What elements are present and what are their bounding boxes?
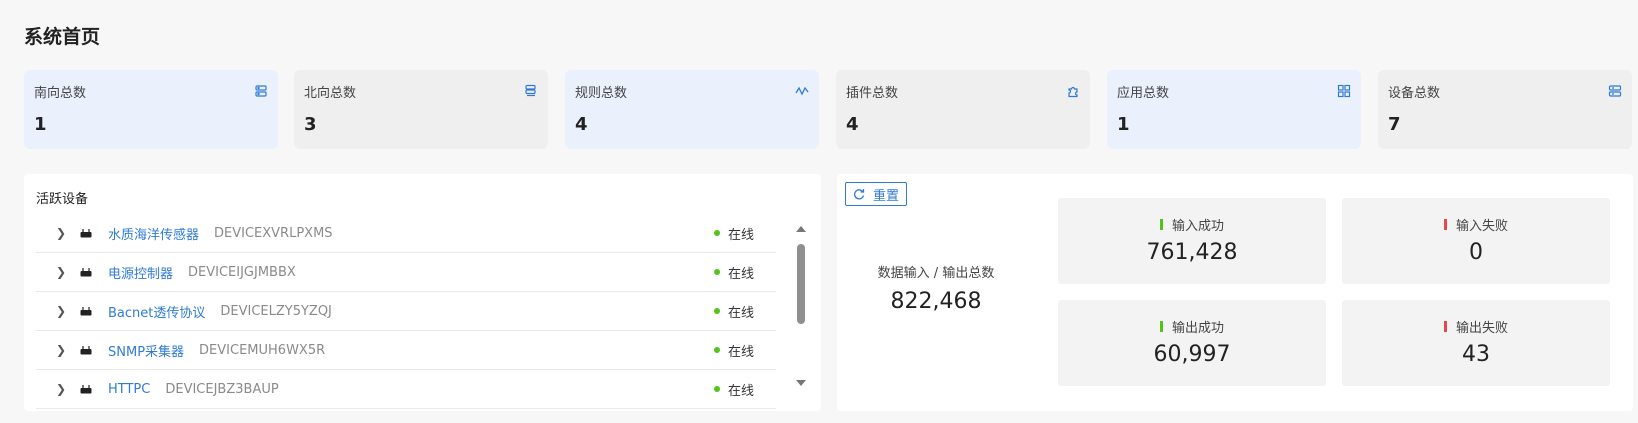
input-fail-card: 输入失败 0 [1342, 198, 1610, 284]
stat-card-devices: 设备总数 7 [1378, 70, 1632, 149]
chevron-right-icon[interactable]: ❯ [56, 226, 68, 240]
status-text: 在线 [727, 344, 754, 360]
device-name-link[interactable]: 水质海洋传感器 [108, 224, 199, 243]
online-dot [713, 269, 720, 275]
input-success-label: 输入成功 [1171, 219, 1224, 234]
device-list: ❯ 水质海洋传感器 DEVICEXVRLPXMS 在线 ❯ 电源控制器 DEVI… [36, 214, 776, 410]
rules-icon [795, 86, 809, 96]
input-success-card: 输入成功 761,428 [1058, 198, 1326, 284]
status-text: 在线 [727, 305, 754, 321]
stat-label: 应用总数 [1117, 86, 1170, 101]
reset-label: 重置 [873, 188, 900, 204]
output-success-value: 60,997 [1153, 342, 1231, 367]
device-icon [80, 229, 92, 238]
stat-label: 北向总数 [304, 86, 357, 101]
stat-label: 规则总数 [575, 86, 628, 101]
device-id: DEVICEXVRLPXMS [214, 225, 333, 241]
stat-value: 1 [34, 114, 47, 135]
status-text: 在线 [727, 266, 754, 282]
failure-indicator [1443, 321, 1447, 332]
status-badge: 在线 [713, 341, 754, 360]
active-devices-title: 活跃设备 [36, 192, 89, 207]
chevron-right-icon[interactable]: ❯ [56, 265, 68, 279]
scrollbar-thumb[interactable] [797, 244, 805, 324]
chevron-right-icon[interactable]: ❯ [56, 382, 68, 396]
stat-label: 插件总数 [846, 86, 899, 101]
stat-card-plugins: 插件总数 4 [836, 70, 1090, 149]
stat-label: 南向总数 [34, 86, 87, 101]
refresh-icon [854, 189, 865, 200]
success-indicator [1159, 219, 1163, 230]
devices-icon [1608, 85, 1622, 97]
output-success-label: 输出成功 [1171, 321, 1224, 336]
device-name-link[interactable]: 电源控制器 [108, 263, 173, 282]
output-fail-card: 输出失败 43 [1342, 300, 1610, 386]
stat-card-rules: 规则总数 4 [565, 70, 819, 149]
stat-value: 4 [575, 114, 588, 135]
status-badge: 在线 [713, 263, 754, 282]
device-id: DEVICELZY5YZQJ [220, 303, 332, 319]
device-row[interactable]: ❯ 电源控制器 DEVICEIJGJMBBX 在线 [36, 253, 776, 292]
online-dot [713, 308, 720, 314]
stat-value: 3 [304, 114, 317, 135]
apps-grid-icon [1337, 84, 1351, 98]
stat-label: 设备总数 [1388, 86, 1441, 101]
page-title: 系统首页 [24, 26, 101, 48]
total-io-label: 数据输入 / 输出总数 [877, 266, 995, 281]
device-id: DEVICEJBZ3BAUP [165, 381, 279, 397]
status-badge: 在线 [713, 224, 754, 243]
device-icon [80, 307, 92, 316]
online-dot [713, 230, 720, 236]
input-success-value: 761,428 [1146, 240, 1238, 265]
device-name-link[interactable]: SNMP采集器 [108, 341, 184, 360]
device-row[interactable]: ❯ SNMP采集器 DEVICEMUH6WX5R 在线 [36, 331, 776, 370]
status-badge: 在线 [713, 302, 754, 321]
device-name-link[interactable]: Bacnet透传协议 [108, 302, 205, 321]
active-devices-panel: 活跃设备 ❯ 水质海洋传感器 DEVICEXVRLPXMS 在线 ❯ 电源控制器… [24, 174, 821, 411]
output-success-card: 输出成功 60,997 [1058, 300, 1326, 386]
device-icon [80, 268, 92, 277]
chevron-right-icon[interactable]: ❯ [56, 304, 68, 318]
input-fail-value: 0 [1469, 240, 1483, 265]
status-text: 在线 [727, 383, 754, 399]
device-icon [80, 346, 92, 355]
scroll-down-arrow[interactable] [796, 380, 806, 386]
success-indicator [1159, 321, 1163, 332]
south-devices-icon [255, 85, 267, 97]
stat-value: 1 [1117, 114, 1130, 135]
data-stats-panel: 重置 数据输入 / 输出总数 822,468 输入成功 761,428 输入失败… [837, 174, 1633, 411]
device-row[interactable]: ❯ Bacnet透传协议 DEVICELZY5YZQJ 在线 [36, 292, 776, 331]
status-badge: 在线 [713, 380, 754, 399]
online-dot [713, 386, 720, 392]
stat-value: 7 [1388, 114, 1401, 135]
device-row[interactable]: ❯ HTTPC DEVICEJBZ3BAUP 在线 [36, 370, 776, 409]
scroll-up-arrow[interactable] [796, 226, 806, 232]
device-id: DEVICEMUH6WX5R [199, 342, 326, 358]
stat-card-apps: 应用总数 1 [1107, 70, 1361, 149]
stat-card-south: 南向总数 1 [24, 70, 278, 149]
total-io-value: 822,468 [890, 289, 982, 314]
status-text: 在线 [727, 227, 754, 243]
chevron-right-icon[interactable]: ❯ [56, 343, 68, 357]
stat-value: 4 [846, 114, 859, 135]
north-apps-icon [525, 84, 536, 97]
device-id: DEVICEIJGJMBBX [188, 264, 296, 280]
total-io-block: 数据输入 / 输出总数 822,468 [837, 262, 1035, 314]
stat-card-north: 北向总数 3 [294, 70, 548, 149]
device-row[interactable]: ❯ 水质海洋传感器 DEVICEXVRLPXMS 在线 [36, 214, 776, 253]
plugin-icon [1068, 86, 1078, 98]
reset-button[interactable]: 重置 [845, 182, 908, 206]
online-dot [713, 347, 720, 353]
output-fail-value: 43 [1462, 342, 1490, 367]
input-fail-label: 输入失败 [1455, 219, 1508, 234]
failure-indicator [1443, 219, 1447, 230]
output-fail-label: 输出失败 [1455, 321, 1508, 336]
device-icon [80, 385, 92, 394]
device-name-link[interactable]: HTTPC [108, 382, 150, 397]
